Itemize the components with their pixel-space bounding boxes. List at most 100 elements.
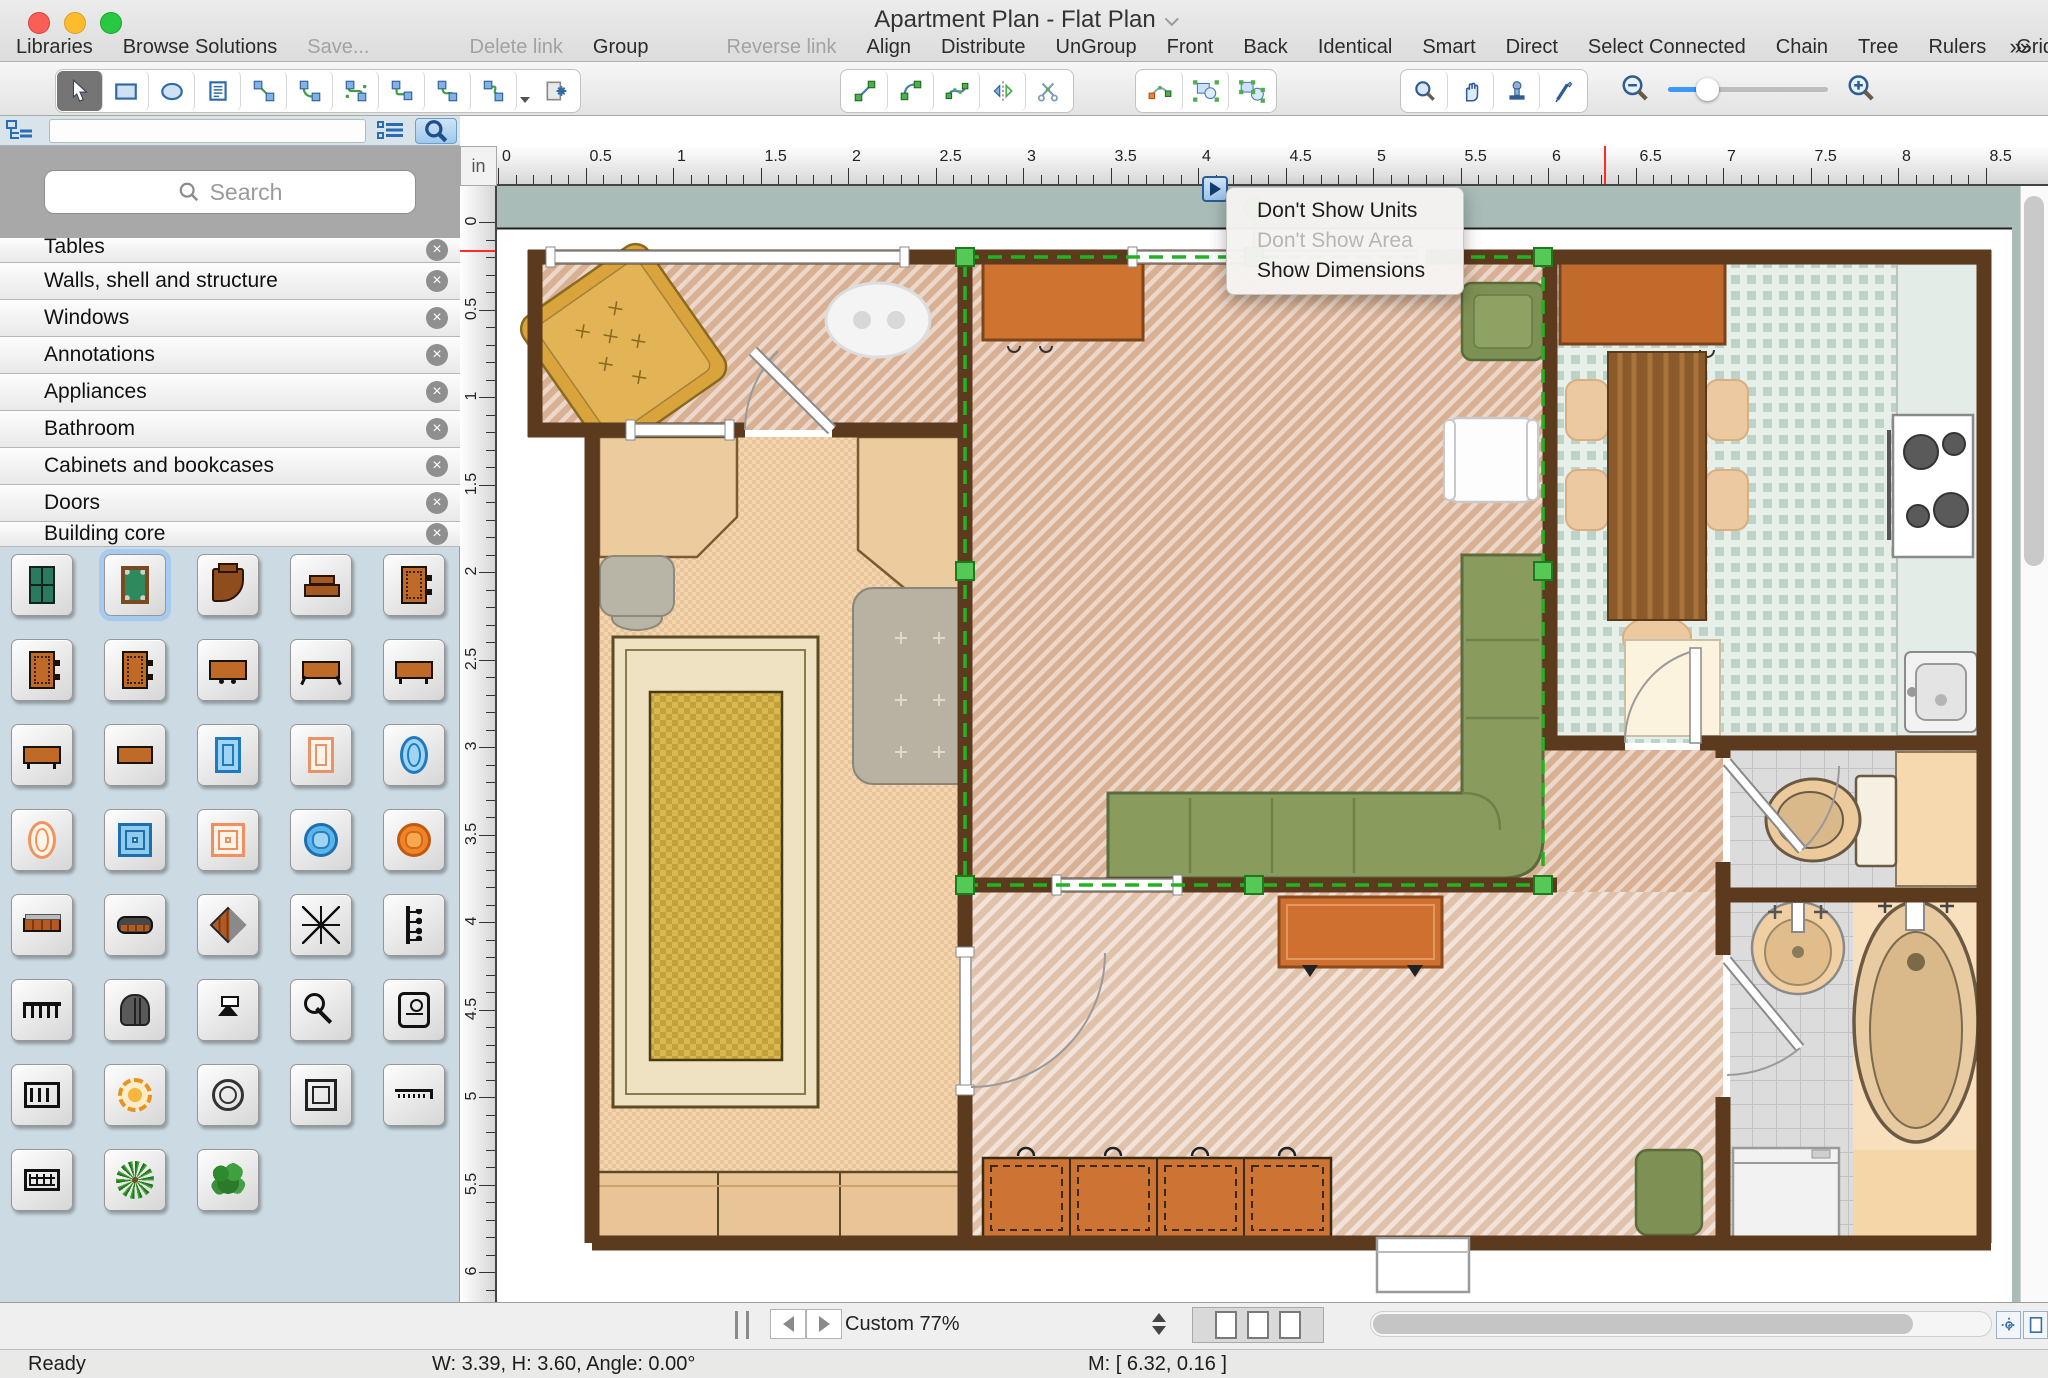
- connector-rounded-button[interactable]: [379, 71, 425, 111]
- hall-green-chair[interactable]: [1634, 1148, 1704, 1237]
- context-menu-item-show-dimensions[interactable]: Show Dimensions: [1227, 256, 1463, 286]
- shape-desk[interactable]: [383, 639, 445, 701]
- menu-item-browse-solutions[interactable]: Browse Solutions: [123, 36, 278, 59]
- close-library-icon[interactable]: ×: [426, 307, 448, 329]
- zoom-tool-button[interactable]: [1402, 71, 1448, 111]
- wc-cabinet[interactable]: [1895, 751, 1985, 887]
- shape-low-table[interactable]: [104, 724, 166, 786]
- close-library-icon[interactable]: ×: [426, 270, 448, 292]
- page-tabs[interactable]: [1192, 1307, 1324, 1343]
- shape-cupboard-tall[interactable]: [104, 639, 166, 701]
- shape-window-table[interactable]: [11, 554, 73, 616]
- ellipse-tool-button[interactable]: [149, 71, 195, 111]
- menu-item-direct[interactable]: Direct: [1506, 36, 1558, 59]
- corner-desk-left[interactable]: [597, 435, 739, 559]
- menu-item-rulers[interactable]: Rulers: [1928, 36, 1986, 59]
- shape-wall-lamp[interactable]: [104, 979, 166, 1041]
- draw-line-button[interactable]: [842, 71, 888, 111]
- overview-window-button[interactable]: [2023, 1311, 2048, 1339]
- list-view-button[interactable]: [370, 118, 412, 144]
- shape-ring-light[interactable]: [197, 1064, 259, 1126]
- vertical-scrollbar-thumb[interactable]: [2024, 196, 2044, 566]
- stamp-tool-button[interactable]: [1494, 71, 1540, 111]
- shape-wall-shelf[interactable]: [383, 1064, 445, 1126]
- hall-cabinets[interactable]: [981, 1146, 1333, 1240]
- pane-splitter[interactable]: [735, 1311, 749, 1339]
- dining-table[interactable]: [1607, 351, 1707, 621]
- menu-item-group[interactable]: Group: [593, 36, 649, 59]
- library-item-cabinets-and-bookcases[interactable]: Cabinets and bookcases ×: [0, 448, 460, 485]
- library-item-appliances[interactable]: Appliances ×: [0, 374, 460, 411]
- library-item-doors[interactable]: Doors ×: [0, 485, 460, 522]
- shape-billiard-table[interactable]: [104, 554, 166, 616]
- format-painter-button[interactable]: [1540, 71, 1586, 111]
- menu-item-smart[interactable]: Smart: [1422, 36, 1475, 59]
- zoom-value[interactable]: Custom 77%: [845, 1309, 1145, 1339]
- menu-item-tree[interactable]: Tree: [1858, 36, 1898, 59]
- pan-tool-button[interactable]: [1448, 71, 1494, 111]
- tv-stand[interactable]: [1277, 895, 1444, 977]
- close-library-icon[interactable]: ×: [426, 381, 448, 403]
- shape-upright-piano[interactable]: [290, 554, 352, 616]
- menu-item-distribute[interactable]: Distribute: [941, 36, 1025, 59]
- shape-ottoman[interactable]: [104, 894, 166, 956]
- connector-chain-button[interactable]: [471, 71, 517, 111]
- shape-grand-piano[interactable]: [197, 554, 259, 616]
- menu-item-front[interactable]: Front: [1167, 36, 1214, 59]
- shape-office-cupboard[interactable]: [383, 554, 445, 616]
- shape-radiator-grille[interactable]: [11, 1149, 73, 1211]
- insert-object-button[interactable]: [533, 71, 579, 111]
- shape-sideboard[interactable]: [11, 724, 73, 786]
- kitchen-sink[interactable]: [1904, 651, 1978, 733]
- pan-window-button[interactable]: [1996, 1311, 2021, 1339]
- connector-tree-button[interactable]: [425, 71, 471, 111]
- search-view-button[interactable]: [415, 117, 457, 144]
- connector-bezier-button[interactable]: [333, 71, 379, 111]
- menu-item-back[interactable]: Back: [1243, 36, 1287, 59]
- shape-cupboard-two-door[interactable]: [11, 639, 73, 701]
- menu-item-select-connected[interactable]: Select Connected: [1588, 36, 1746, 59]
- stove[interactable]: [1887, 413, 1975, 559]
- page-next-button[interactable]: [806, 1309, 842, 1339]
- shape-plant-spiky[interactable]: [104, 1149, 166, 1211]
- menu-item-ungroup[interactable]: UnGroup: [1056, 36, 1137, 59]
- group-shapes-button[interactable]: [1183, 71, 1229, 111]
- zoom-slider-thumb[interactable]: [1696, 77, 1719, 101]
- library-item-annotations[interactable]: Annotations ×: [0, 337, 460, 374]
- library-item-walls-shell-and-structure[interactable]: Walls, shell and structure ×: [0, 263, 460, 300]
- shape-rug-round-orange[interactable]: [383, 809, 445, 871]
- bench-cabinets[interactable]: [596, 1170, 962, 1242]
- shape-sun-lamp[interactable]: [104, 1064, 166, 1126]
- chevron-down-icon[interactable]: [1164, 12, 1179, 27]
- bath-sink[interactable]: [1750, 900, 1846, 996]
- reshape-button[interactable]: [1137, 71, 1183, 111]
- shape-plant-bush[interactable]: [197, 1149, 259, 1211]
- draw-bezier-button[interactable]: [934, 71, 980, 111]
- ungroup-shapes-button[interactable]: [1229, 71, 1275, 111]
- shape-desk-with-knobs[interactable]: [197, 639, 259, 701]
- context-menu-item-don-t-show-units[interactable]: Don't Show Units: [1227, 196, 1463, 226]
- menu-item-chain[interactable]: Chain: [1776, 36, 1828, 59]
- tree-view-button[interactable]: [0, 118, 42, 144]
- connector-arc-button[interactable]: [287, 71, 333, 111]
- toilet[interactable]: [1764, 774, 1898, 868]
- kitchen-cabinet[interactable]: [1624, 639, 1721, 737]
- shape-desk-angled-legs[interactable]: [290, 639, 352, 701]
- shape-spot-lamp[interactable]: [290, 979, 352, 1041]
- vertical-scrollbar[interactable]: [2020, 186, 2048, 1302]
- shape-corner-fireplace[interactable]: [197, 894, 259, 956]
- rectangle-tool-button[interactable]: [103, 71, 149, 111]
- library-item-tables[interactable]: Tables ×: [0, 238, 460, 263]
- kitchen-dresser[interactable]: [1558, 260, 1727, 346]
- shape-ceiling-lamp[interactable]: [197, 979, 259, 1041]
- shape-rug-square-peach[interactable]: [197, 809, 259, 871]
- shape-coat-rack[interactable]: [383, 894, 445, 956]
- shape-rug-round-blue[interactable]: [290, 809, 352, 871]
- shape-vent-grille[interactable]: [11, 1064, 73, 1126]
- shape-rug-oval-peach[interactable]: [11, 809, 73, 871]
- drawing-canvas[interactable]: [497, 186, 2020, 1302]
- shape-rug-rect-blue[interactable]: [197, 724, 259, 786]
- close-library-icon[interactable]: ×: [426, 344, 448, 366]
- close-library-icon[interactable]: ×: [426, 455, 448, 477]
- zoom-out-icon[interactable]: [1620, 74, 1650, 104]
